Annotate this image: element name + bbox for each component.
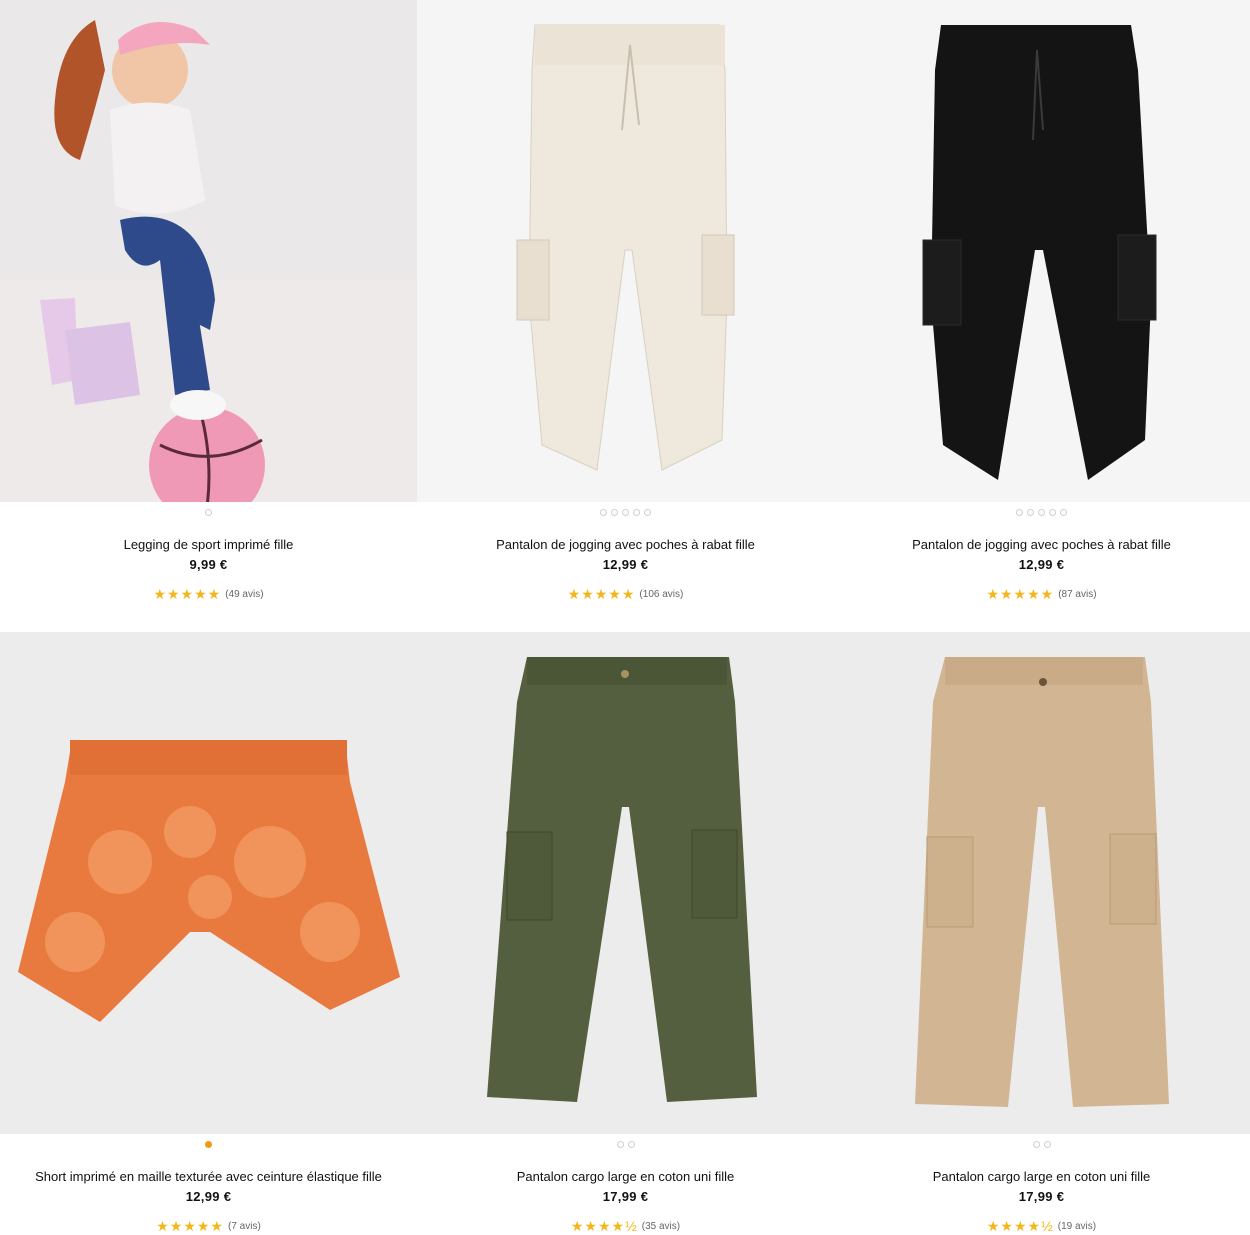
carousel-dot[interactable]	[1060, 508, 1067, 516]
carousel-dot[interactable]	[1043, 1140, 1051, 1148]
carousel-dots	[0, 504, 417, 520]
carousel-dot[interactable]	[1038, 508, 1045, 516]
product-image[interactable]	[417, 0, 834, 502]
product-rating: ★★★★½ (35 avis)	[417, 1218, 834, 1235]
star-rating-icon: ★★★★★	[567, 586, 636, 602]
star-rating-icon: ★★★★★	[156, 1218, 224, 1234]
product-name[interactable]: Pantalon cargo large en coton uni fille	[417, 1169, 834, 1184]
carousel-dots	[417, 504, 834, 520]
carousel-dot[interactable]	[1016, 508, 1023, 516]
carousel-dot[interactable]	[1032, 1140, 1040, 1148]
product-card[interactable]: Pantalon cargo large en coton uni fille …	[417, 632, 834, 1235]
product-name[interactable]: Legging de sport imprimé fille	[0, 537, 417, 552]
product-image[interactable]	[0, 632, 417, 1134]
product-card[interactable]: Pantalon de jogging avec poches à rabat …	[417, 0, 834, 603]
product-name[interactable]: Short imprimé en maille texturée avec ce…	[0, 1169, 417, 1184]
carousel-dots	[833, 504, 1250, 520]
review-count[interactable]: (106 avis)	[639, 589, 683, 600]
carousel-dots	[417, 1136, 834, 1152]
carousel-dot[interactable]	[622, 508, 629, 516]
product-rating: ★★★★★ (106 avis)	[417, 586, 834, 603]
star-rating-icon: ★★★★½	[570, 1218, 638, 1234]
carousel-dot-active[interactable]	[205, 1140, 212, 1148]
product-image[interactable]	[833, 632, 1250, 1134]
product-price: 12,99 €	[1018, 557, 1065, 572]
carousel-dot[interactable]	[633, 508, 640, 516]
carousel-dots	[0, 1136, 417, 1152]
product-image[interactable]	[0, 0, 417, 502]
carousel-dot[interactable]	[627, 1140, 635, 1148]
carousel-dot[interactable]	[616, 1140, 624, 1148]
product-name[interactable]: Pantalon de jogging avec poches à rabat …	[417, 537, 834, 552]
product-price: 17,99 €	[1018, 1189, 1065, 1204]
product-rating: ★★★★★ (49 avis)	[0, 586, 417, 603]
star-rating-icon: ★★★★★	[153, 586, 222, 602]
product-card[interactable]: Short imprimé en maille texturée avec ce…	[0, 632, 417, 1235]
review-count[interactable]: (49 avis)	[225, 589, 263, 600]
product-name[interactable]: Pantalon cargo large en coton uni fille	[833, 1169, 1250, 1184]
product-price: 12,99 €	[185, 1189, 232, 1204]
review-count[interactable]: (19 avis)	[1058, 1221, 1096, 1232]
review-count[interactable]: (7 avis)	[228, 1221, 261, 1232]
product-rating: ★★★★★ (87 avis)	[833, 586, 1250, 603]
product-card[interactable]: Legging de sport imprimé fille 9,99 € ★★…	[0, 0, 417, 603]
carousel-dot[interactable]	[205, 508, 212, 516]
product-image[interactable]	[833, 0, 1250, 502]
carousel-dot[interactable]	[644, 508, 651, 516]
review-count[interactable]: (35 avis)	[642, 1221, 680, 1232]
product-rating: ★★★★½ (19 avis)	[833, 1218, 1250, 1235]
product-card[interactable]: Pantalon de jogging avec poches à rabat …	[833, 0, 1250, 603]
product-name[interactable]: Pantalon de jogging avec poches à rabat …	[833, 537, 1250, 552]
product-price: 9,99 €	[189, 557, 228, 572]
carousel-dot[interactable]	[600, 508, 607, 516]
product-card[interactable]: Pantalon cargo large en coton uni fille …	[833, 632, 1250, 1235]
review-count[interactable]: (87 avis)	[1058, 589, 1096, 600]
product-rating: ★★★★★ (7 avis)	[0, 1218, 417, 1235]
star-rating-icon: ★★★★★	[986, 586, 1055, 602]
carousel-dots	[833, 1136, 1250, 1152]
star-rating-icon: ★★★★½	[986, 1218, 1054, 1234]
product-grid: Legging de sport imprimé fille 9,99 € ★★…	[0, 0, 1250, 1234]
product-price: 17,99 €	[602, 1189, 649, 1204]
carousel-dot[interactable]	[611, 508, 618, 516]
carousel-dot[interactable]	[1049, 508, 1056, 516]
product-price: 12,99 €	[602, 557, 649, 572]
carousel-dot[interactable]	[1027, 508, 1034, 516]
product-image[interactable]	[417, 632, 834, 1134]
